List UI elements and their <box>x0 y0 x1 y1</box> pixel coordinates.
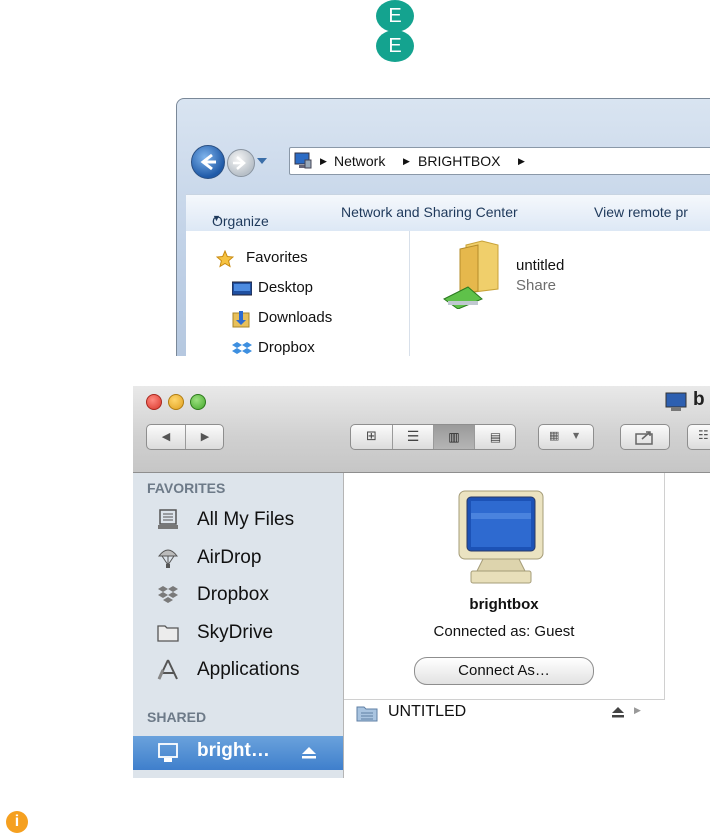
sidebar-item-label: Applications <box>197 659 300 680</box>
nav-label: Favorites <box>246 249 308 266</box>
network-icon <box>294 152 312 169</box>
forward-button[interactable] <box>227 149 255 177</box>
info-icon: i <box>6 811 28 833</box>
nav-label: Desktop <box>258 279 314 296</box>
all-files-icon <box>158 509 178 529</box>
connection-status: Connected as: Guest <box>433 623 575 640</box>
folder-icon <box>157 625 179 642</box>
sidebar-item-label: bright… <box>197 740 270 761</box>
sidebar-item-skydrive[interactable]: SkyDrive <box>157 619 343 649</box>
finder-sidebar: FAVORITES All My Files AirDrop Dropbox S… <box>133 473 344 778</box>
sidebar-item-applications[interactable]: Applications <box>157 656 343 686</box>
nav-label: Downloads <box>258 309 333 326</box>
computer-icon <box>665 392 687 411</box>
back-button[interactable] <box>191 145 225 179</box>
applications-icon <box>157 659 178 680</box>
mac-finder-window: b ◀ ▶ ⊞ ☰ ▥ ▤ ▦ ▼ ☷ FAVORITES All My Fil… <box>133 386 710 778</box>
volume-name: UNTITLED <box>388 703 467 720</box>
sidebar-item-airdrop[interactable]: AirDrop <box>157 544 343 574</box>
share-icon <box>635 431 653 445</box>
sidebar-item-label: All My Files <box>197 509 295 530</box>
forward-arrow-icon <box>233 156 246 170</box>
back-arrow-icon <box>200 153 216 171</box>
connect-as-button[interactable]: Connect As… <box>414 657 594 685</box>
server-info-panel: brightbox Connected as: Guest Connect As… <box>344 473 665 700</box>
network-sharing-center-button[interactable]: Network and Sharing Center <box>341 204 518 220</box>
airdrop-icon <box>157 549 179 568</box>
downloads-icon <box>232 311 250 328</box>
path-icon: ☷ <box>698 428 709 442</box>
view-mode-buttons: ⊞ ☰ ▥ ▤ <box>350 424 516 450</box>
chevron-down-icon: ▼ <box>212 213 221 223</box>
desktop-icon <box>232 281 252 296</box>
breadcrumb-brightbox[interactable]: BRIGHTBOX <box>418 148 500 174</box>
share-item-untitled[interactable]: untitled Share <box>438 239 698 309</box>
ee-logo-bottom: E <box>376 30 414 62</box>
chevron-down-icon: ▼ <box>573 431 580 440</box>
forward-button[interactable]: ▶ <box>186 425 224 449</box>
sidebar-item-label: Dropbox <box>197 584 269 605</box>
sidebar-item-all-my-files[interactable]: All My Files <box>157 506 343 536</box>
icon-view-button[interactable]: ⊞ <box>351 425 393 449</box>
star-icon <box>216 250 234 268</box>
cover-flow-button[interactable]: ▤ <box>475 425 516 449</box>
path-button[interactable]: ☷ <box>687 424 710 450</box>
breadcrumb-arrow-icon: ▶ <box>320 156 327 166</box>
sidebar-item-brightbox[interactable]: bright… <box>133 736 343 770</box>
eject-icon[interactable] <box>611 706 625 719</box>
history-dropdown-icon[interactable] <box>257 157 267 165</box>
breadcrumb-arrow-icon[interactable]: ▶ <box>518 148 525 174</box>
disclosure-arrow-icon: ▶ <box>634 706 641 716</box>
breadcrumb-arrow-icon: ▶ <box>403 156 410 166</box>
nav-label: Dropbox <box>258 339 315 356</box>
breadcrumb-network[interactable]: Network <box>334 148 385 174</box>
shared-volume-icon <box>356 706 378 722</box>
finder-column-view: brightbox Connected as: Guest Connect As… <box>344 473 710 778</box>
server-computer-icon <box>458 490 544 584</box>
share-type: Share <box>516 277 557 294</box>
address-bar[interactable]: ▶ Network ▶ BRIGHTBOX ▶ <box>289 147 710 175</box>
back-button[interactable]: ◀ <box>147 425 186 449</box>
explorer-toolbar: Organize ▼ Network and Sharing Center Vi… <box>186 194 710 232</box>
arrange-button[interactable]: ▦ ▼ <box>538 424 594 450</box>
shared-folder-icon <box>443 240 499 309</box>
minimize-button[interactable] <box>168 394 184 410</box>
explorer-nav-pane: Favorites Desktop Downloads Dropbox <box>186 231 410 356</box>
zoom-button[interactable] <box>190 394 206 410</box>
explorer-content: untitled Share <box>410 231 710 356</box>
close-button[interactable] <box>146 394 162 410</box>
dropbox-icon <box>158 586 178 603</box>
eject-icon[interactable] <box>301 746 317 760</box>
windows-explorer-window: ▶ Network ▶ BRIGHTBOX ▶ Organize ▼ Netwo… <box>176 98 710 356</box>
shared-header: SHARED <box>147 709 207 725</box>
favorites-header: FAVORITES <box>147 480 226 496</box>
window-title: b <box>693 389 705 410</box>
column-view-button[interactable]: ▥ <box>434 425 475 449</box>
view-remote-button[interactable]: View remote pr <box>594 204 688 220</box>
sidebar-item-dropbox[interactable]: Dropbox <box>157 581 343 611</box>
share-button[interactable] <box>620 424 670 450</box>
sidebar-item-label: SkyDrive <box>197 622 274 643</box>
computer-icon <box>158 743 178 762</box>
ee-logo-top: E <box>376 0 414 32</box>
dropbox-icon <box>232 342 252 354</box>
ee-logo: E E <box>372 0 418 62</box>
list-view-button[interactable]: ☰ <box>393 425 434 449</box>
arrange-icon: ▦ <box>549 429 560 442</box>
finder-titlebar: b ◀ ▶ ⊞ ☰ ▥ ▤ ▦ ▼ ☷ <box>133 386 710 473</box>
server-name: brightbox <box>469 596 539 613</box>
volume-row-untitled[interactable]: UNTITLED ▶ <box>344 700 664 726</box>
share-name: untitled <box>516 257 565 274</box>
back-forward-buttons: ◀ ▶ <box>146 424 224 450</box>
sidebar-item-label: AirDrop <box>197 547 262 568</box>
